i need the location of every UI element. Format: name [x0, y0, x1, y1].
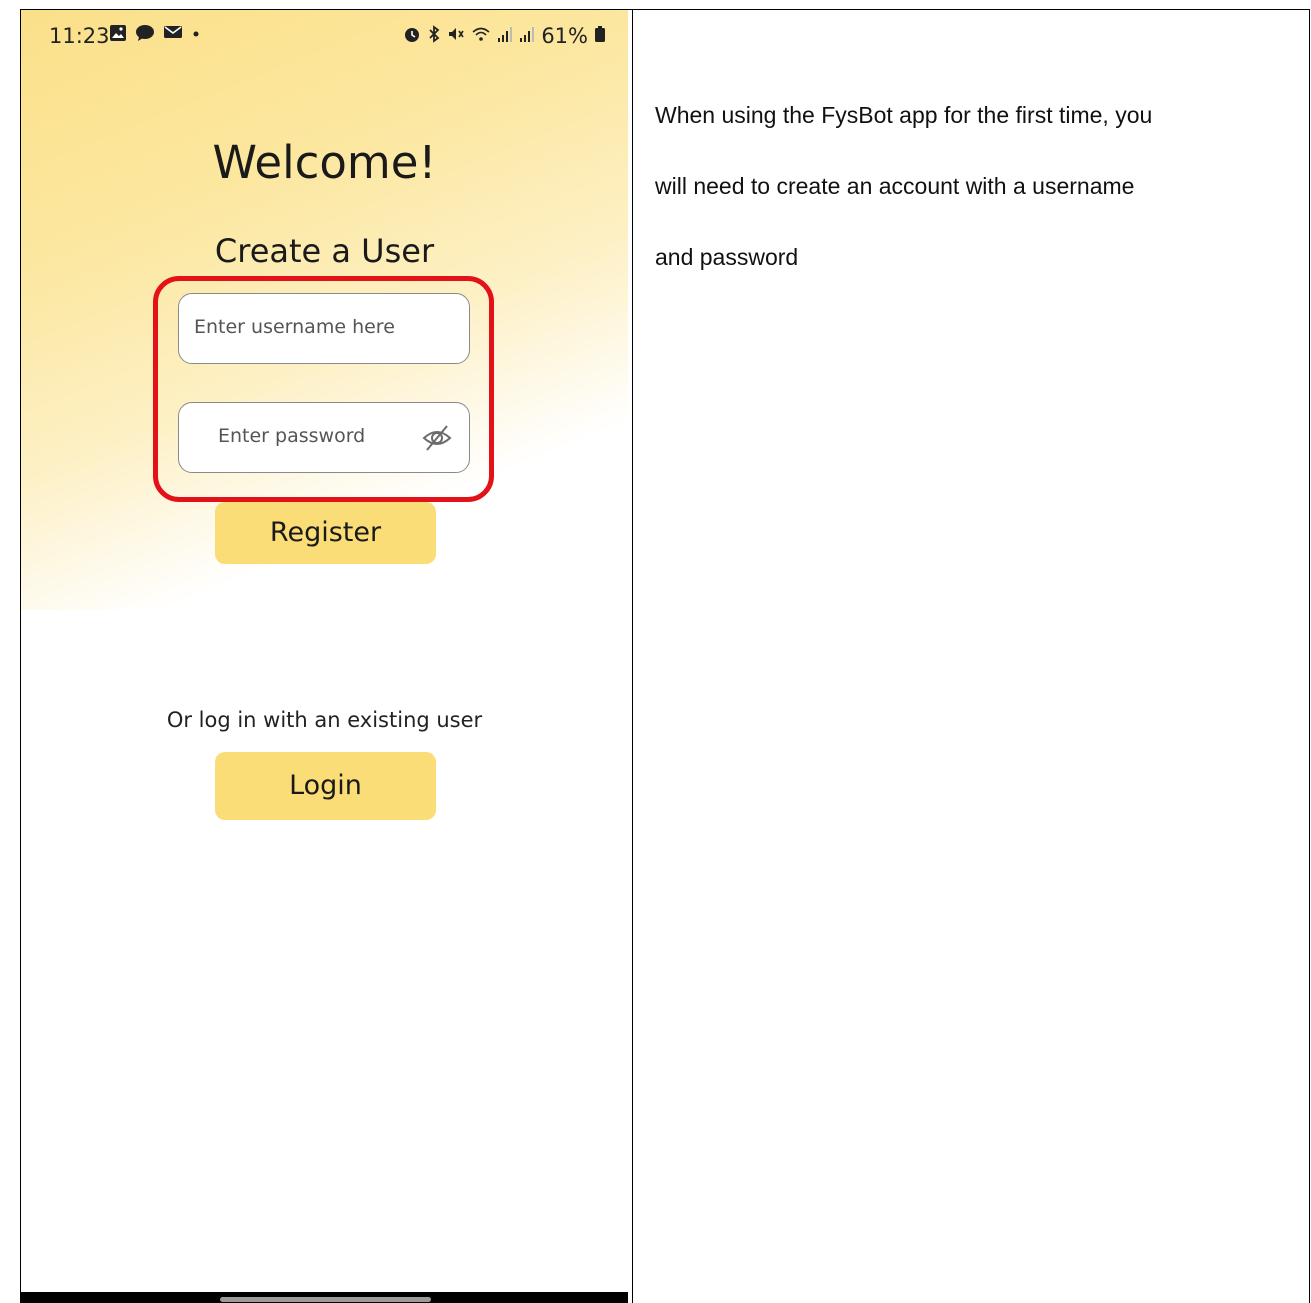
wifi-icon — [471, 25, 491, 48]
navigation-bar — [21, 1292, 628, 1303]
alarm-icon — [403, 25, 421, 48]
bluetooth-icon — [427, 24, 441, 48]
status-time: 11:23 — [49, 24, 110, 48]
signal-icon — [497, 25, 513, 48]
login-button[interactable]: Login — [215, 752, 436, 820]
or-login-text: Or log in with an existing user — [166, 708, 483, 732]
welcome-heading: Welcome! — [212, 136, 437, 189]
home-handle[interactable] — [220, 1297, 431, 1302]
signal-icon — [519, 25, 535, 48]
instruction-line-3: and password — [655, 244, 799, 270]
create-user-heading: Create a User — [214, 232, 435, 270]
table-border-right — [1309, 9, 1310, 1303]
register-button[interactable]: Register — [215, 502, 436, 564]
battery-icon — [594, 25, 606, 48]
instruction-line-1: When using the FysBot app for the first … — [655, 102, 1153, 128]
phone-screenshot: 11:23 61% Welcome! Create a User Enter u… — [21, 10, 628, 1303]
mail-icon — [163, 24, 183, 47]
gallery-icon — [109, 24, 127, 47]
chat-icon — [135, 24, 155, 47]
instruction-line-2: will need to create an account with a us… — [655, 173, 1135, 199]
dot-icon — [191, 24, 201, 47]
status-left-icons — [109, 24, 201, 47]
table-border-middle — [632, 9, 633, 1303]
mute-icon — [447, 25, 465, 48]
instruction-text: When using the FysBot app for the first … — [655, 80, 1285, 293]
highlight-outline — [153, 276, 494, 502]
status-bar: 11:23 61% — [21, 10, 628, 58]
status-right-icons: 61% — [403, 24, 606, 48]
battery-percent: 61% — [541, 24, 588, 48]
